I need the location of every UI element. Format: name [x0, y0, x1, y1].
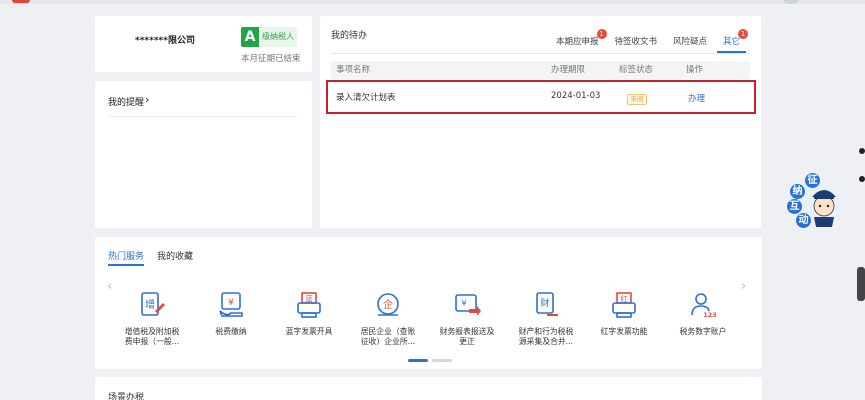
tab-pending-documents[interactable]: 待签收文书 [609, 33, 664, 53]
financial-report-icon: ¥ [455, 294, 481, 316]
svg-text:123: 123 [703, 311, 717, 319]
svg-text:红: 红 [621, 294, 628, 303]
scene-title: 场景办税 [108, 393, 145, 400]
period-status: 本月征期已结束 [241, 54, 301, 64]
svg-text:蓝: 蓝 [306, 294, 313, 303]
service-label: 红字发票功能 [600, 327, 648, 336]
reminder-title[interactable]: 我的提醒 [108, 95, 144, 108]
service-label: 蓝字发票开具 [285, 327, 333, 336]
task-name: 录入清欠计划表 [336, 93, 396, 103]
service-property-tax[interactable]: 财 财产和行为税税 源采集及合并... [506, 291, 586, 351]
tab-label: 风险疑点 [673, 37, 708, 47]
grade-text: 级纳税人 [262, 32, 294, 41]
taxpayer-grade-badge: A 级纳税人 [241, 27, 297, 47]
tab-hot-services[interactable]: 热门服务 [108, 251, 145, 266]
tab-label: 待签收文书 [614, 37, 658, 47]
service-label: 财产和行为税税 源采集及合并... [518, 327, 574, 346]
assistant-widget[interactable]: 征 纳 互 动 [784, 173, 846, 229]
fee-payment-icon: ¥ [219, 292, 243, 317]
grade-letter: A [241, 27, 259, 47]
handle-link[interactable]: 办理 [688, 92, 705, 104]
tax-account-icon: 123 [691, 293, 717, 319]
side-handle-dot[interactable] [859, 148, 865, 154]
service-fee-payment[interactable]: ¥ 税费缴纳 [191, 291, 271, 351]
service-label: 增值税及附加税 费申报（一般... [124, 327, 180, 346]
enterprise-tax-icon: 企 [377, 293, 399, 316]
assistant-char: 征 [805, 173, 820, 188]
service-red-invoice[interactable]: 红 红字发票功能 [584, 291, 664, 351]
services-tabs: 热门服务 我的收藏 [108, 251, 206, 266]
service-vat-return[interactable]: 增 增值税及附加税 费申报（一般... [112, 291, 192, 351]
top-bar [0, 0, 865, 4]
divider [108, 116, 298, 117]
tab-label: 本期应申报 [556, 37, 599, 47]
svg-text:财: 财 [540, 297, 549, 309]
svg-text:¥: ¥ [461, 299, 466, 308]
carousel-dot-active[interactable] [408, 359, 428, 362]
tab-current-declaration[interactable]: 本期应申报 1 [550, 29, 607, 53]
count-badge: 1 [738, 29, 749, 39]
vat-return-icon: 增 [141, 292, 165, 316]
service-enterprise-tax[interactable]: 企 居民企业（查账 征收）企业所... [348, 291, 428, 351]
scrollbar-thumb[interactable] [857, 267, 865, 301]
chevron-right-icon[interactable]: › [145, 93, 149, 106]
status-badge: 未阅 [627, 94, 647, 105]
todo-tabs: 本期应申报 1 待签收文书 风险疑点 其它 1 [550, 29, 750, 53]
todo-card: 我的待办 本期应申报 1 待签收文书 风险疑点 其它 1 事项名称 办理期限 标… [320, 16, 761, 228]
svg-text:¥: ¥ [228, 298, 234, 308]
service-tax-account[interactable]: 123 税务数字账户 [663, 291, 743, 351]
service-blue-invoice[interactable]: 蓝 蓝字发票开具 [269, 291, 349, 351]
column-header-action: 操作 [686, 65, 704, 75]
service-label: 税务数字账户 [679, 327, 727, 336]
svg-text:增: 增 [145, 298, 155, 311]
divider [331, 53, 750, 54]
company-name: *******限公司 [135, 36, 195, 46]
table-header: 事项名称 办理期限 标签状态 操作 [331, 61, 750, 79]
task-deadline: 2024-01-03 [551, 91, 601, 101]
assistant-char: 互 [787, 199, 802, 214]
tab-risk-points[interactable]: 风险疑点 [667, 33, 713, 53]
column-header-deadline: 办理期限 [551, 65, 586, 75]
svg-text:企: 企 [383, 298, 393, 311]
services-card: 热门服务 我的收藏 ‹ › 增 增值税及附加税 费申报（一般... ¥ 税费缴纳… [95, 237, 762, 369]
service-label: 税费缴纳 [215, 327, 247, 336]
property-tax-icon: 财 [536, 292, 558, 316]
assistant-char: 动 [796, 213, 811, 228]
table-row: 录入清欠计划表 2024-01-03 未阅 办理 [326, 80, 756, 114]
logo [12, 0, 30, 3]
red-invoice-icon: 红 [612, 292, 636, 318]
blue-invoice-icon: 蓝 [297, 292, 321, 318]
tab-other[interactable]: 其它 1 [717, 29, 749, 53]
reminder-card: 我的提醒 › [95, 81, 312, 228]
column-header-name: 事项名称 [336, 65, 371, 75]
tab-label: 其它 [723, 37, 741, 47]
carousel-dot[interactable] [432, 359, 452, 362]
tab-my-favorites[interactable]: 我的收藏 [157, 251, 193, 266]
assistant-char: 纳 [790, 184, 805, 199]
column-header-status: 标签状态 [619, 65, 654, 75]
service-label: 财务报表报送及 更正 [439, 327, 495, 346]
todo-title: 我的待办 [331, 31, 368, 41]
count-badge: 1 [596, 29, 607, 39]
company-card: *******限公司 A 级纳税人 本月征期已结束 [95, 16, 312, 72]
scene-card: 场景办税 [95, 377, 762, 400]
avatar[interactable] [782, 0, 800, 4]
service-label: 居民企业（查账 征收）企业所... [360, 327, 416, 346]
service-financial-report[interactable]: ¥ 财务报表报送及 更正 [427, 291, 507, 351]
side-handle-dot[interactable] [859, 176, 865, 182]
